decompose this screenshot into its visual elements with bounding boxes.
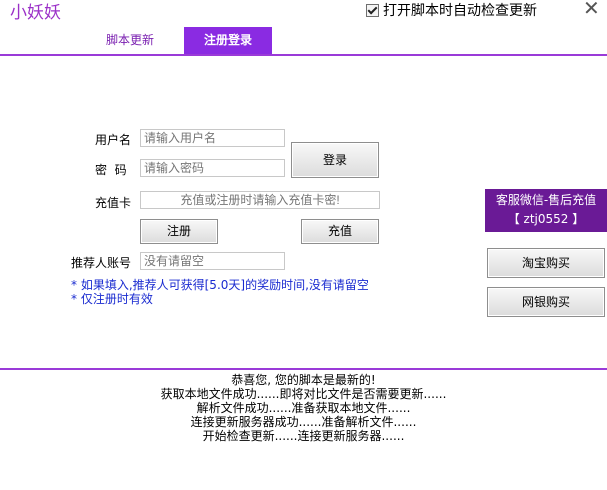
recharge-label: 充值卡 <box>95 196 132 210</box>
log-line: 恭喜您, 您的脚本是最新的! <box>231 373 376 387</box>
password-input[interactable] <box>140 159 285 177</box>
auto-check-checkbox[interactable] <box>366 3 379 17</box>
tab-script-update[interactable]: 脚本更新 <box>86 27 174 54</box>
password-label: 密 码 <box>95 163 127 177</box>
recharge-card-input[interactable] <box>140 191 380 209</box>
auto-check-label: 打开脚本时自动检查更新 <box>383 3 537 19</box>
referrer-label: 推荐人账号 <box>71 256 132 270</box>
referrer-hint: * 如果填入,推荐人可获得[5.0天]的奖励时间,没有请留空 <box>71 278 369 292</box>
username-label: 用户名 <box>95 133 132 147</box>
auto-check-option[interactable]: 打开脚本时自动检查更新 <box>366 0 537 20</box>
recharge-button[interactable]: 充值 <box>301 219 379 244</box>
close-icon[interactable]: ✕ <box>583 0 600 20</box>
log-line: 获取本地文件成功......即将对比文件是否需要更新...... <box>160 387 447 401</box>
bank-buy-button[interactable]: 网银购买 <box>487 287 605 317</box>
log-line: 连接更新服务器成功......准备解析文件...... <box>190 415 417 429</box>
log-line: 开始检查更新......连接更新服务器...... <box>202 429 405 443</box>
tab-divider <box>0 54 607 56</box>
tab-register-login[interactable]: 注册登录 <box>184 27 272 54</box>
app-title: 小妖妖 <box>10 3 61 23</box>
taobao-buy-button[interactable]: 淘宝购买 <box>487 248 605 278</box>
register-only-hint: * 仅注册时有效 <box>71 292 153 306</box>
service-wechat-id: 【 ztj0552 】 <box>507 212 585 226</box>
referrer-input[interactable] <box>140 252 285 270</box>
service-wechat-label: 客服微信-售后充值 <box>495 193 597 207</box>
update-log: 恭喜您, 您的脚本是最新的! 获取本地文件成功......即将对比文件是否需要更… <box>0 373 607 443</box>
register-button[interactable]: 注册 <box>140 219 218 244</box>
login-button[interactable]: 登录 <box>291 142 379 178</box>
username-input[interactable] <box>140 129 285 147</box>
log-divider <box>0 368 607 370</box>
customer-service-box: 客服微信-售后充值 【 ztj0552 】 <box>485 189 607 232</box>
log-line: 解析文件成功......准备获取本地文件...... <box>196 401 411 415</box>
